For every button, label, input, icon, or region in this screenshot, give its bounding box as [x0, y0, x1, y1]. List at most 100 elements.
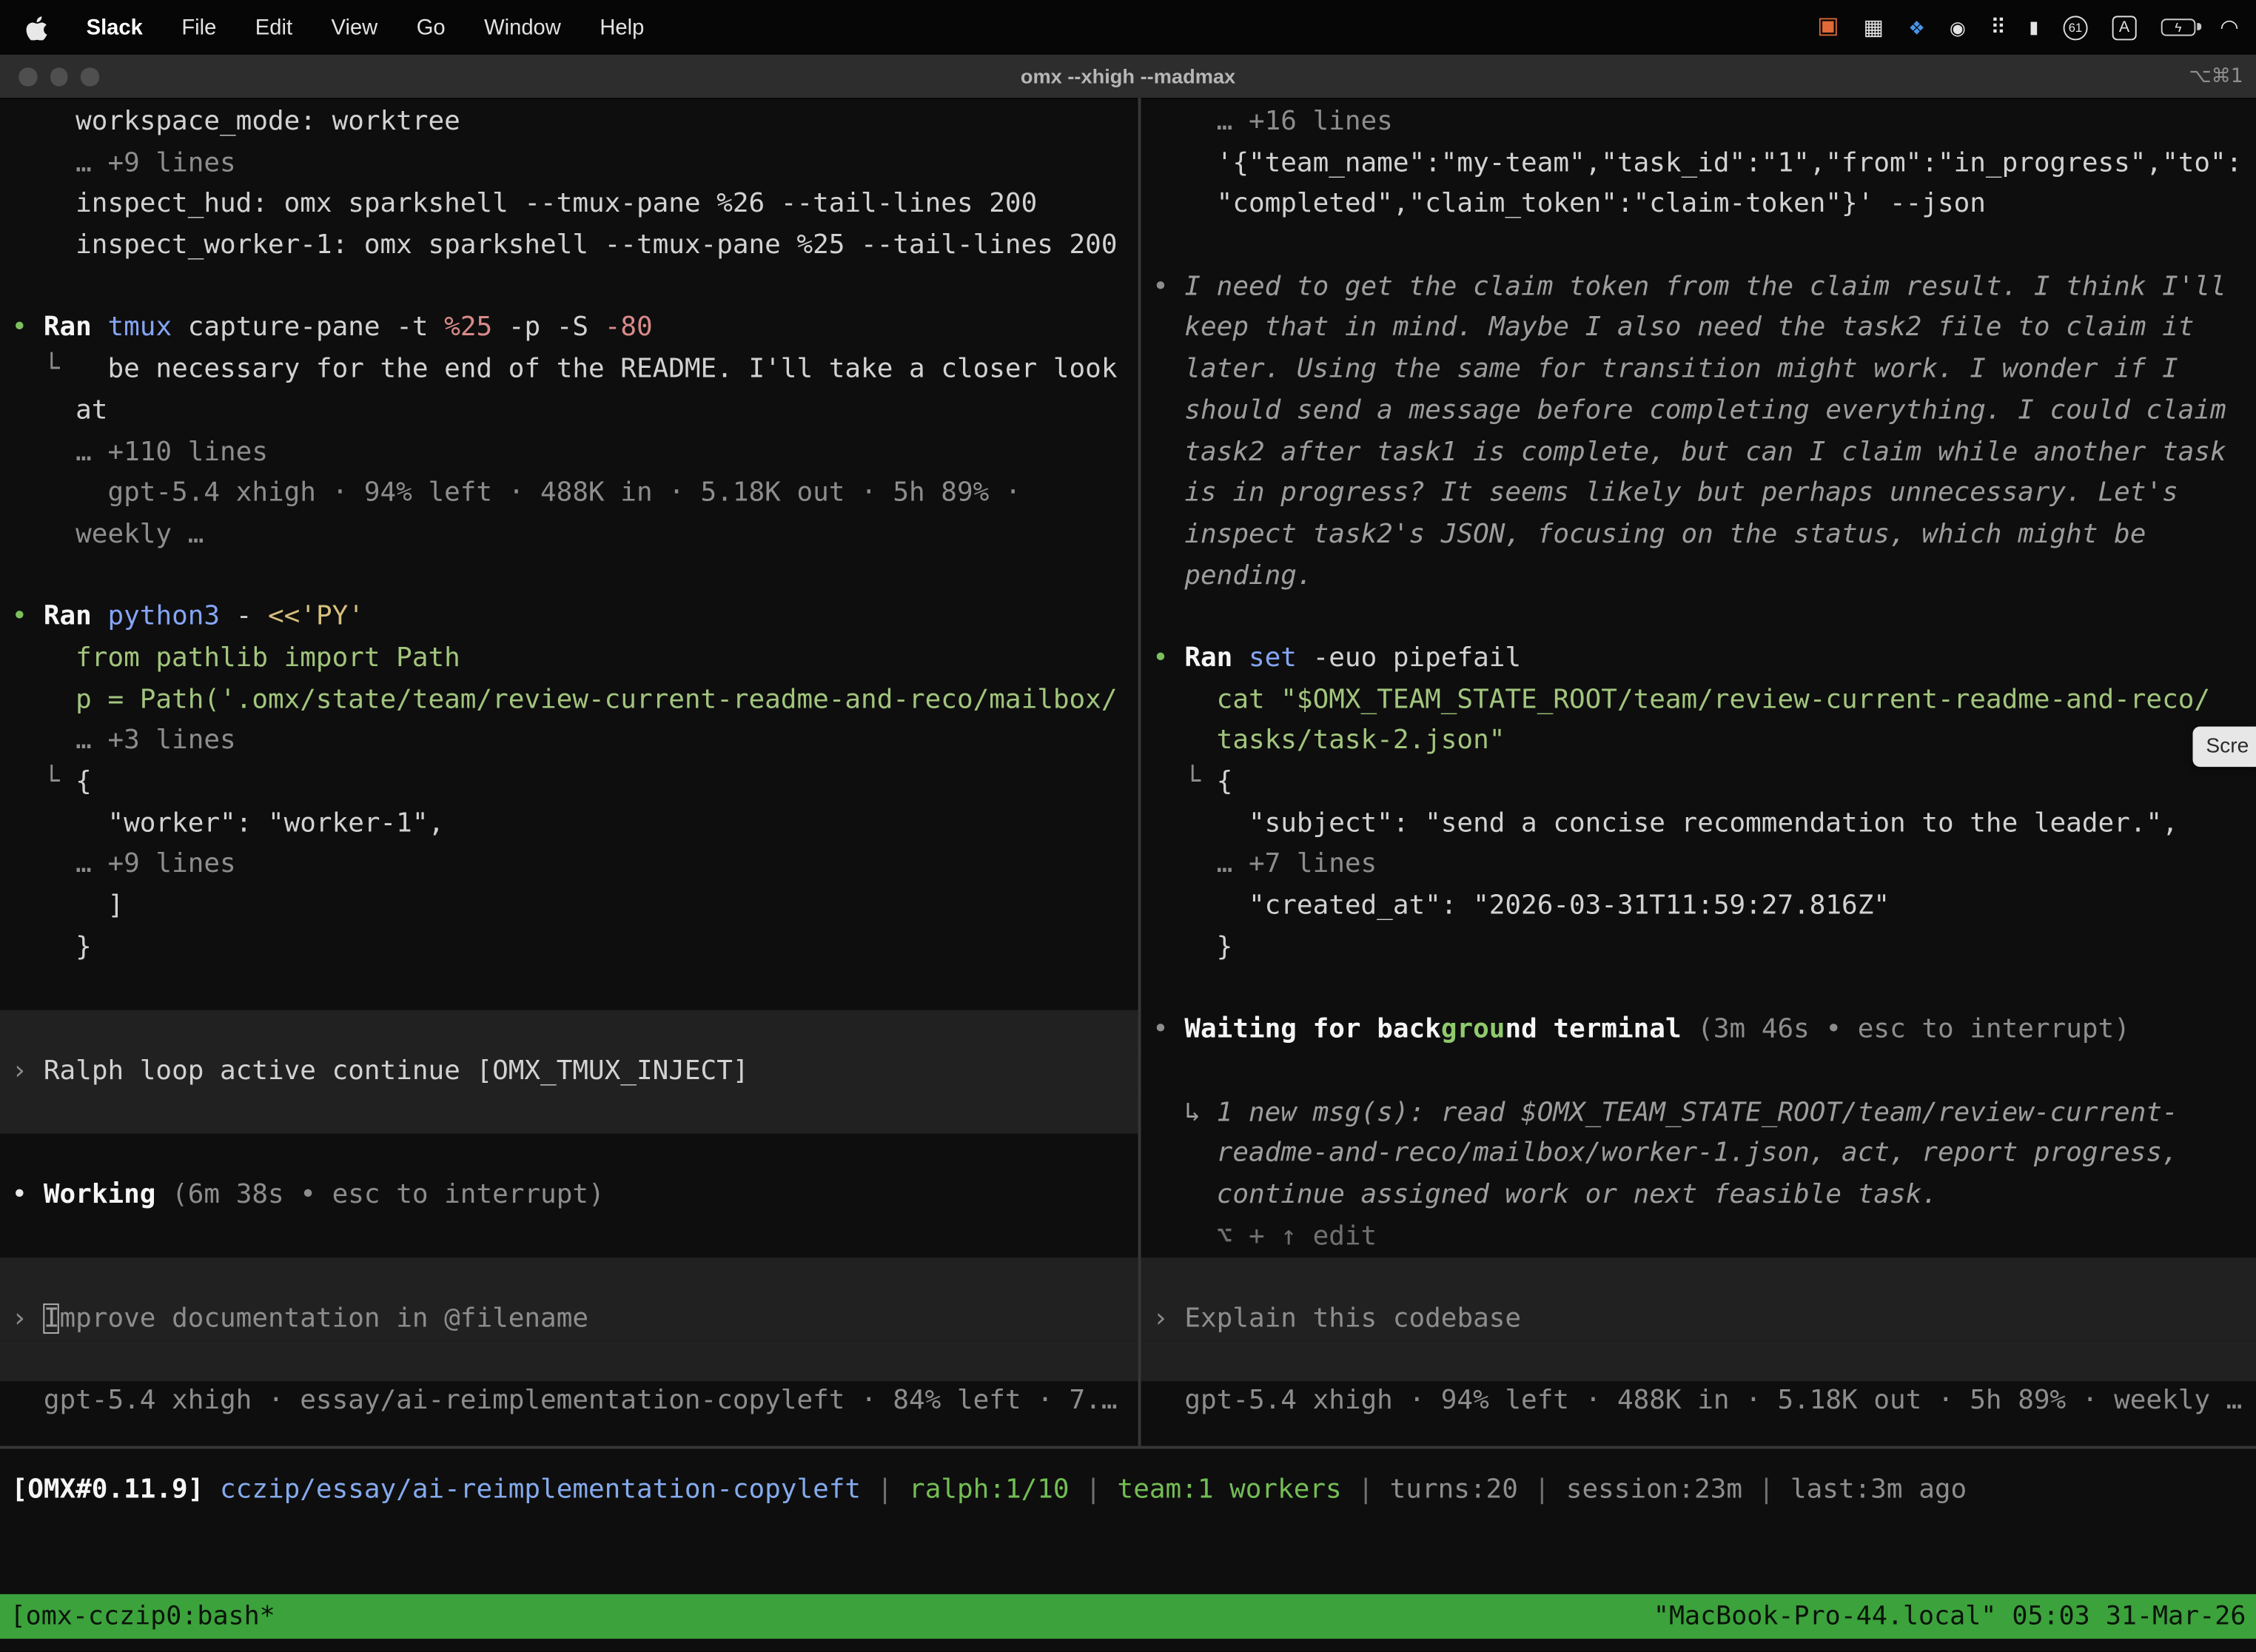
text-segment: … +3 lines [12, 725, 236, 756]
app-menu-slack[interactable]: Slack [87, 15, 143, 39]
text-segment: I need to get the claim token from the c… [1184, 272, 2226, 302]
pill-icon[interactable]: ▮ [2029, 19, 2038, 36]
text-segment: Working [44, 1180, 172, 1210]
wifi-icon[interactable]: ◠ [2220, 16, 2238, 38]
text-segment: … +9 lines [12, 850, 236, 880]
window-shortcut-hint: ⌥⌘1 [2189, 55, 2243, 98]
omx-hud-status-line: [OMX#0.11.9] cczip/essay/ai-reimplementa… [0, 1471, 2256, 1512]
terminal-line: "created_at": "2026-03-31T11:59:27.816Z" [1141, 887, 2256, 928]
gauge-icon[interactable]: 61 [2063, 15, 2087, 39]
terminal-line: weekly … [0, 515, 1138, 557]
text-segment: nd terminal [1505, 1015, 1697, 1045]
text-segment: Explain this codebase [1184, 1303, 1521, 1334]
circle-app-icon[interactable]: ◉ [1950, 18, 1966, 36]
text-segment: turns:20 [1390, 1474, 1518, 1505]
terminal-line [0, 267, 1138, 309]
grid-icon[interactable]: ▦ [1864, 16, 1884, 38]
composer-input[interactable]: › Improve documentation in @filename [0, 1299, 1138, 1340]
text-segment: • [12, 313, 44, 343]
battery-icon[interactable]: ϟ [2161, 19, 2196, 36]
text-segment: later. Using the same for transition mig… [1152, 354, 2178, 384]
menu-window[interactable]: Window [484, 15, 561, 39]
terminal-line: later. Using the same for transition mig… [1141, 350, 2256, 392]
terminal-line [1141, 1052, 2256, 1093]
session-status: gpt-5.4 xhigh · 94% left · 488K in · 5.1… [1141, 1382, 2256, 1423]
text-segment: -euo pipefail [1297, 643, 1521, 674]
terminal-line: "worker": "worker-1", [0, 804, 1138, 845]
text-segment: { [75, 767, 92, 797]
text-segment: gpt-5.4 xhigh · essay/ai-reimplementatio… [12, 1386, 1118, 1417]
menubar-left: Slack File Edit View Go Window Help [0, 14, 644, 40]
menubar: Slack File Edit View Go Window Help ▣ ▦ ❖ ◉ ⠿ ▮ 61 A… [0, 0, 2256, 55]
text-segment: "created_at": "2026-03-31T11:59:27.816Z" [1152, 890, 1890, 921]
terminal-line [0, 1010, 1138, 1052]
text-segment: } [12, 932, 92, 962]
terminal-line: • Ran python3 - <<'PY' [0, 597, 1138, 639]
input-source-icon[interactable]: A [2112, 15, 2136, 39]
menu-file[interactable]: File [181, 15, 216, 39]
window-titlebar[interactable]: omx --xhigh --madmax ⌥⌘1 [0, 55, 2256, 99]
text-segment: ⌥ + ↑ edit [1152, 1221, 1377, 1252]
text-segment: Ran [1184, 643, 1249, 674]
text-segment: gpt-5.4 xhigh · 94% left · 488K in · 5.1… [1152, 1386, 2242, 1417]
terminal-line: … +3 lines [0, 722, 1138, 763]
terminal-line [1141, 597, 2256, 639]
apple-logo-icon[interactable] [26, 14, 47, 40]
text-segment: team:1 workers [1118, 1474, 1342, 1505]
text-segment: capture-pane -t [172, 313, 444, 343]
terminal-line [0, 1217, 1138, 1258]
waiting-status: • Waiting for background terminal (3m 46… [1141, 1010, 2256, 1052]
text-segment: | [861, 1474, 909, 1505]
text-segment: inspect_hud: omx sparkshell --tmux-pane … [12, 189, 1038, 219]
text-segment: -p -S [492, 313, 605, 343]
overlay-text: Scre [2206, 735, 2249, 758]
terminal-pane-right[interactable]: … +16 lines '{"team_name":"my-team","tas… [1141, 98, 2256, 1446]
terminal-line [1141, 1340, 2256, 1382]
terminal-line: } [1141, 927, 2256, 969]
text-segment: › [12, 1055, 44, 1086]
composer-input[interactable]: › Explain this codebase [1141, 1299, 2256, 1340]
text-cursor: I [44, 1303, 60, 1334]
terminal-line: should send a message before completing … [1141, 391, 2256, 432]
terminal-line: ⌥ + ↑ edit [1141, 1217, 2256, 1258]
text-segment: python3 [107, 602, 220, 632]
menu-help[interactable]: Help [600, 15, 644, 39]
terminal-line: keep that in mind. Maybe I also need the… [1141, 309, 2256, 350]
terminal-line [1141, 1258, 2256, 1299]
text-segment: <<'PY' [268, 602, 364, 632]
text-segment: tmux [107, 313, 172, 343]
screen-edge-overlay: Scre [2193, 727, 2256, 767]
text-segment: %25 [444, 313, 492, 343]
text-segment: last:3m ago [1790, 1474, 1967, 1505]
text-segment: Waiting for back [1184, 1015, 1440, 1045]
text-segment: task2 after task1 is complete, but can I… [1152, 437, 2226, 467]
terminal-line: ↳ 1 new msg(s): read $OMX_TEAM_STATE_ROO… [1141, 1092, 2256, 1134]
terminal-line [0, 1258, 1138, 1299]
menu-edit[interactable]: Edit [255, 15, 292, 39]
text-segment: └ [12, 354, 108, 384]
blue-app-icon[interactable]: ❖ [1908, 18, 1925, 36]
text-segment: • [1152, 272, 1184, 302]
text-segment: gpt-5.4 xhigh · 94% left · 488K in · 5.1… [12, 478, 1021, 508]
terminal-line [1141, 969, 2256, 1010]
terminal-line [0, 969, 1138, 1010]
dots-grid-icon[interactable]: ⠿ [1990, 16, 2004, 38]
tmux-status-bar: [omx-cczip0:bash* "MacBook-Pro-44.local"… [0, 1594, 2256, 1639]
terminal-line: • Ran tmux capture-pane -t %25 -p -S -80 [0, 309, 1138, 350]
text-segment: ] [12, 890, 124, 921]
terminal-pane-left[interactable]: workspace_mode: worktree … +9 lines insp… [0, 98, 1138, 1446]
terminal-line: inspect_worker-1: omx sparkshell --tmux-… [0, 226, 1138, 267]
text-segment: } [1152, 932, 1232, 962]
terminal-line: └ be necessary for the end of the README… [0, 350, 1138, 392]
text-segment: "worker": "worker-1", [12, 808, 445, 839]
menu-go[interactable]: Go [417, 15, 446, 39]
text-segment: p = Path('.omx/state/team/review-current… [12, 685, 1118, 715]
terminal-line: from pathlib import Path [0, 639, 1138, 680]
pane-horizontal-border [0, 1446, 2256, 1448]
screen-recording-icon[interactable]: ▣ [1817, 16, 1839, 38]
menu-view[interactable]: View [332, 15, 378, 39]
terminal-window: omx --xhigh --madmax ⌥⌘1 workspace_mode:… [0, 55, 2256, 1652]
menu-list: File Edit View Go Window Help [181, 15, 644, 39]
terminal-line: readme-and-reco/mailbox/worker-1.json, a… [1141, 1134, 2256, 1175]
session-status: gpt-5.4 xhigh · essay/ai-reimplementatio… [0, 1382, 1138, 1423]
